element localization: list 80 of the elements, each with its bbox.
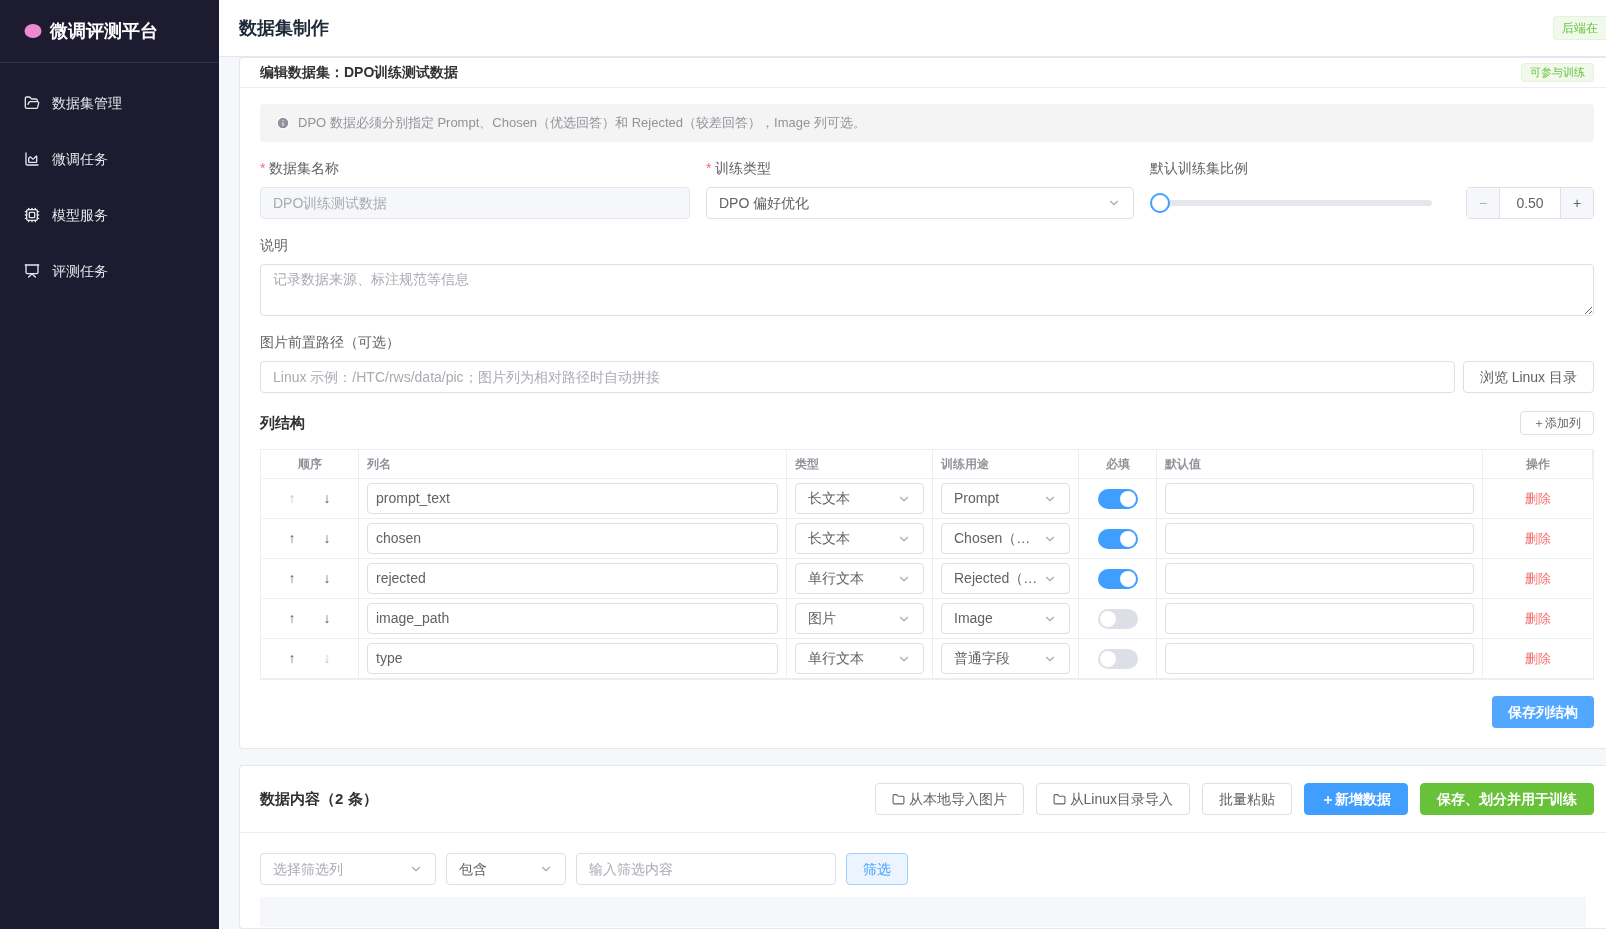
default-value-field[interactable] xyxy=(1165,643,1474,674)
default-value-field[interactable] xyxy=(1165,603,1474,634)
default-value-field[interactable] xyxy=(1165,523,1474,554)
path-field[interactable]: Linux 示例：/HTC/rws/data/pic；图片列为相对路径时自动拼接 xyxy=(260,361,1455,393)
page-title: 数据集制作 xyxy=(239,16,329,40)
description-field[interactable]: 记录数据来源、标注规范等信息 xyxy=(260,264,1594,316)
required-switch[interactable] xyxy=(1097,528,1138,549)
required-mark: * xyxy=(260,160,266,176)
field-label: * 数据集名称 xyxy=(260,159,341,178)
browse-button[interactable]: 浏览 Linux 目录 xyxy=(1462,361,1594,393)
card-title: 编辑数据集：DPO训练测试数据 xyxy=(260,63,459,82)
usage-select[interactable]: Rejected（… xyxy=(941,563,1070,594)
sidebar-item[interactable]: 微调任务 xyxy=(0,131,219,187)
move-up-button[interactable]: ↑ xyxy=(288,568,296,589)
move-down-button[interactable]: ↓ xyxy=(323,528,331,549)
folder-icon xyxy=(891,792,905,806)
info-text: DPO 数据必须分别指定 Prompt、Chosen（优选回答）和 Rejected（较差回答），Image 列可选。 xyxy=(298,114,866,133)
toolbar-button[interactable]: 批量粘贴 xyxy=(1202,783,1292,815)
folder-icon xyxy=(24,95,40,111)
required-switch[interactable] xyxy=(1097,608,1138,629)
column-name-field[interactable]: prompt_text xyxy=(367,483,778,514)
column-name-field[interactable]: type xyxy=(367,643,778,674)
app-logo: 微调评测平台 xyxy=(50,19,158,43)
info-icon xyxy=(276,116,290,130)
default-value-field[interactable] xyxy=(1165,563,1474,594)
ratio-value: 0.50 xyxy=(1515,193,1545,213)
column-type-select[interactable]: 长文本 xyxy=(795,483,924,514)
filter-field[interactable]: 输入筛选内容 xyxy=(576,853,836,885)
column-header: 训练用途 xyxy=(933,450,1079,478)
move-down-button[interactable]: ↓ xyxy=(323,568,331,589)
toolbar-button[interactable]: 从Linux目录导入 xyxy=(1035,783,1190,815)
usage-select[interactable]: Chosen（… xyxy=(941,523,1070,554)
increase-button[interactable]: + xyxy=(1560,188,1593,218)
required-switch[interactable] xyxy=(1097,648,1138,669)
folder-icon xyxy=(1052,792,1066,806)
presentation-icon xyxy=(24,263,40,279)
column-header: 必填 xyxy=(1079,450,1157,478)
move-up-button[interactable]: ↑ xyxy=(288,608,296,629)
sidebar-item[interactable]: 评测任务 xyxy=(0,243,219,299)
field-label: 默认训练集比例 xyxy=(1150,159,1249,178)
column-name-field[interactable]: chosen xyxy=(367,523,778,554)
column-header: 默认值 xyxy=(1157,450,1483,478)
type-select[interactable]: DPO 偏好优化 xyxy=(706,187,1134,219)
status-tag: 可参与训练 xyxy=(1521,63,1594,82)
column-name-field[interactable]: image_path xyxy=(367,603,778,634)
chart-icon xyxy=(24,151,40,167)
move-up-button[interactable]: ↑ xyxy=(288,528,296,549)
section-title: 列结构 xyxy=(260,412,305,433)
required-mark: * xyxy=(706,160,712,176)
sidebar-item[interactable]: 数据集管理 xyxy=(0,75,219,131)
section-title: 数据内容（2 条） xyxy=(260,788,378,809)
column-type-select[interactable]: 图片 xyxy=(795,603,924,634)
slider-thumb[interactable] xyxy=(1150,193,1170,213)
column-header: 操作 xyxy=(1483,450,1593,478)
column-type-select[interactable]: 单行文本 xyxy=(795,643,924,674)
field-label: * 训练类型 xyxy=(706,159,773,178)
column-header: 类型 xyxy=(787,450,933,478)
column-type-select[interactable]: 单行文本 xyxy=(795,563,924,594)
column-type-select[interactable]: 长文本 xyxy=(795,523,924,554)
move-down-button[interactable]: ↓ xyxy=(323,488,331,509)
toolbar-button[interactable]: 从本地导入图片 xyxy=(874,783,1024,815)
status-tag: 后端在 xyxy=(1553,16,1606,40)
usage-select[interactable]: 普通字段 xyxy=(941,643,1070,674)
field-label: 图片前置路径（可选） xyxy=(260,333,401,352)
field-label: 说明 xyxy=(260,236,289,255)
ratio-stepper[interactable]: − 0.50 + xyxy=(1466,187,1594,219)
chip-icon xyxy=(24,207,40,223)
column-name-field[interactable]: rejected xyxy=(367,563,778,594)
column-header: 列名 xyxy=(359,450,787,478)
move-down-button[interactable]: ↓ xyxy=(323,608,331,629)
usage-select[interactable]: Image xyxy=(941,603,1070,634)
required-switch[interactable] xyxy=(1097,488,1138,509)
column-header: 顺序 xyxy=(261,450,359,478)
default-value-field[interactable] xyxy=(1165,483,1474,514)
sidebar-item[interactable]: 模型服务 xyxy=(0,187,219,243)
move-up-button[interactable]: ↑ xyxy=(288,648,296,669)
usage-select[interactable]: Prompt xyxy=(941,483,1070,514)
filter-operator-select[interactable]: 包含 xyxy=(446,853,566,885)
required-switch[interactable] xyxy=(1097,568,1138,589)
add-column-button[interactable]: ＋添加列 xyxy=(1520,411,1594,435)
